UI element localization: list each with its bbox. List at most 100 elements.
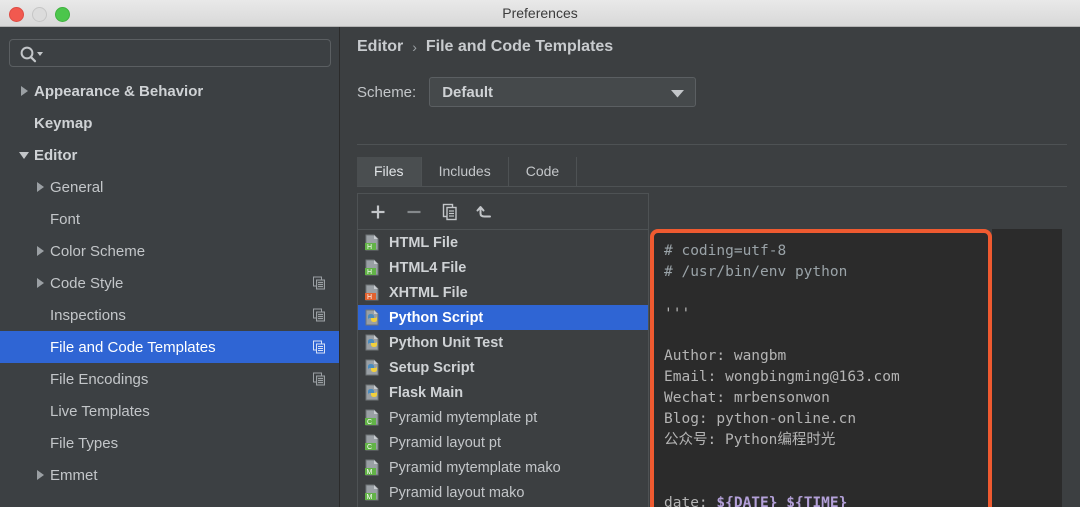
list-item[interactable]: Setup Script bbox=[358, 355, 648, 380]
sidebar-item-live-templates[interactable]: Live Templates bbox=[0, 395, 340, 427]
template-editor-area: # coding=utf-8# /usr/bin/env python ''' … bbox=[650, 193, 1062, 507]
tab-files[interactable]: Files bbox=[357, 157, 422, 186]
code-line bbox=[664, 325, 988, 346]
scheme-value: Default bbox=[442, 84, 493, 101]
sidebar-item-general[interactable]: General bbox=[0, 171, 340, 203]
code-line bbox=[664, 283, 988, 304]
sidebar-item-label: File and Code Templates bbox=[50, 339, 216, 356]
html-file-icon: H bbox=[364, 234, 381, 251]
sidebar-item-file-encodings[interactable]: File Encodings bbox=[0, 363, 340, 395]
project-scope-icon bbox=[313, 277, 326, 290]
code-line: # /usr/bin/env python bbox=[664, 262, 988, 283]
sidebar-item-label: File Types bbox=[50, 435, 118, 452]
chameleon-file-icon: C bbox=[364, 409, 381, 426]
svg-text:C: C bbox=[367, 419, 372, 426]
list-item[interactable]: Python Script bbox=[358, 305, 648, 330]
code-line: date: ${DATE} ${TIME} bbox=[664, 493, 988, 507]
sidebar-item-code-style[interactable]: Code Style bbox=[0, 267, 340, 299]
template-list: H HTML File H HTML4 File bbox=[358, 230, 648, 505]
scheme-label: Scheme: bbox=[357, 84, 416, 101]
sidebar-item-appearance-behavior[interactable]: Appearance & Behavior bbox=[0, 75, 340, 107]
tab-code[interactable]: Code bbox=[509, 157, 577, 186]
list-item-label: Flask Main bbox=[389, 385, 463, 401]
python-file-icon bbox=[364, 359, 381, 376]
sidebar-item-editor[interactable]: Editor bbox=[0, 139, 340, 171]
template-code-editor[interactable]: # coding=utf-8# /usr/bin/env python ''' … bbox=[654, 233, 988, 507]
code-line: Blog: python-online.cn bbox=[664, 409, 988, 430]
code-token: Email: wongbingming@163.com bbox=[664, 369, 900, 385]
chevron-down-icon bbox=[671, 90, 684, 98]
settings-tree: Appearance & Behavior Keymap Editor Gene… bbox=[0, 75, 340, 491]
breadcrumb: Editor › File and Code Templates bbox=[357, 38, 613, 56]
code-token: Wechat: mrbensonwon bbox=[664, 390, 830, 406]
code-token: Author: wangbm bbox=[664, 348, 786, 364]
sidebar-item-inspections[interactable]: Inspections bbox=[0, 299, 340, 331]
window-title: Preferences bbox=[0, 0, 1080, 26]
breadcrumb-parent[interactable]: Editor bbox=[357, 38, 403, 56]
sidebar-item-label: Font bbox=[50, 211, 80, 228]
svg-text:H: H bbox=[367, 269, 372, 276]
code-token: ''' bbox=[664, 306, 690, 322]
chameleon-file-icon: C bbox=[364, 434, 381, 451]
python-file-icon bbox=[364, 384, 381, 401]
code-line bbox=[664, 472, 988, 493]
list-item[interactable]: Flask Main bbox=[358, 380, 648, 405]
code-token: date: bbox=[664, 495, 716, 507]
list-item[interactable]: C Pyramid layout pt bbox=[358, 430, 648, 455]
list-item[interactable]: H HTML4 File bbox=[358, 255, 648, 280]
sidebar-item-color-scheme[interactable]: Color Scheme bbox=[0, 235, 340, 267]
breadcrumb-separator-icon: › bbox=[412, 39, 417, 55]
code-line: Email: wongbingming@163.com bbox=[664, 367, 988, 388]
section-divider bbox=[357, 144, 1067, 145]
scheme-dropdown[interactable]: Default bbox=[429, 77, 696, 107]
code-line bbox=[664, 451, 988, 472]
sidebar-item-label: General bbox=[50, 179, 103, 196]
sidebar-item-keymap[interactable]: Keymap bbox=[0, 107, 340, 139]
sidebar-item-label: File Encodings bbox=[50, 371, 148, 388]
code-line: ''' bbox=[664, 304, 988, 325]
svg-text:M: M bbox=[367, 469, 373, 476]
project-scope-icon bbox=[313, 309, 326, 322]
copy-icon[interactable] bbox=[440, 202, 460, 222]
sidebar-item-label: Appearance & Behavior bbox=[34, 83, 203, 100]
breadcrumb-current: File and Code Templates bbox=[426, 38, 613, 56]
list-item-label: Setup Script bbox=[389, 360, 474, 376]
sidebar-item-label: Inspections bbox=[50, 307, 126, 324]
list-item[interactable]: H HTML File bbox=[358, 230, 648, 255]
list-item-label: Python Unit Test bbox=[389, 335, 503, 351]
search-input[interactable] bbox=[9, 39, 331, 67]
list-item[interactable]: M Pyramid layout mako bbox=[358, 480, 648, 505]
html-file-icon: H bbox=[364, 259, 381, 276]
list-item-label: Pyramid layout mako bbox=[389, 485, 524, 501]
xhtml-file-icon: H bbox=[364, 284, 381, 301]
chevron-down-icon[interactable] bbox=[14, 151, 34, 160]
svg-text:H: H bbox=[367, 244, 372, 251]
python-file-icon bbox=[364, 334, 381, 351]
sidebar-item-emmet[interactable]: Emmet bbox=[0, 459, 340, 491]
tab-includes[interactable]: Includes bbox=[422, 157, 509, 186]
sidebar-item-file-and-code-templates[interactable]: File and Code Templates bbox=[0, 331, 340, 363]
list-item[interactable]: Python Unit Test bbox=[358, 330, 648, 355]
chevron-right-icon[interactable] bbox=[30, 278, 50, 288]
chevron-right-icon[interactable] bbox=[30, 182, 50, 192]
minus-icon[interactable] bbox=[404, 202, 424, 222]
window-titlebar: Preferences bbox=[0, 0, 1080, 27]
list-item-label: XHTML File bbox=[389, 285, 468, 301]
sidebar-item-font[interactable]: Font bbox=[0, 203, 340, 235]
list-item[interactable]: C Pyramid mytemplate pt bbox=[358, 405, 648, 430]
chevron-right-icon[interactable] bbox=[30, 246, 50, 256]
list-item[interactable]: H XHTML File bbox=[358, 280, 648, 305]
chevron-right-icon[interactable] bbox=[14, 86, 34, 96]
chevron-right-icon[interactable] bbox=[30, 470, 50, 480]
revert-icon[interactable] bbox=[476, 202, 496, 222]
settings-content-pane: Editor › File and Code Templates Scheme:… bbox=[341, 27, 1080, 507]
plus-icon[interactable] bbox=[368, 202, 388, 222]
sidebar-item-label: Emmet bbox=[50, 467, 98, 484]
scheme-row: Scheme: Default bbox=[357, 77, 696, 107]
python-file-icon bbox=[364, 309, 381, 326]
list-item[interactable]: M Pyramid mytemplate mako bbox=[358, 455, 648, 480]
list-item-label: Pyramid mytemplate pt bbox=[389, 410, 537, 426]
sidebar-item-label: Code Style bbox=[50, 275, 123, 292]
sidebar-item-file-types[interactable]: File Types bbox=[0, 427, 340, 459]
mako-file-icon: M bbox=[364, 484, 381, 501]
